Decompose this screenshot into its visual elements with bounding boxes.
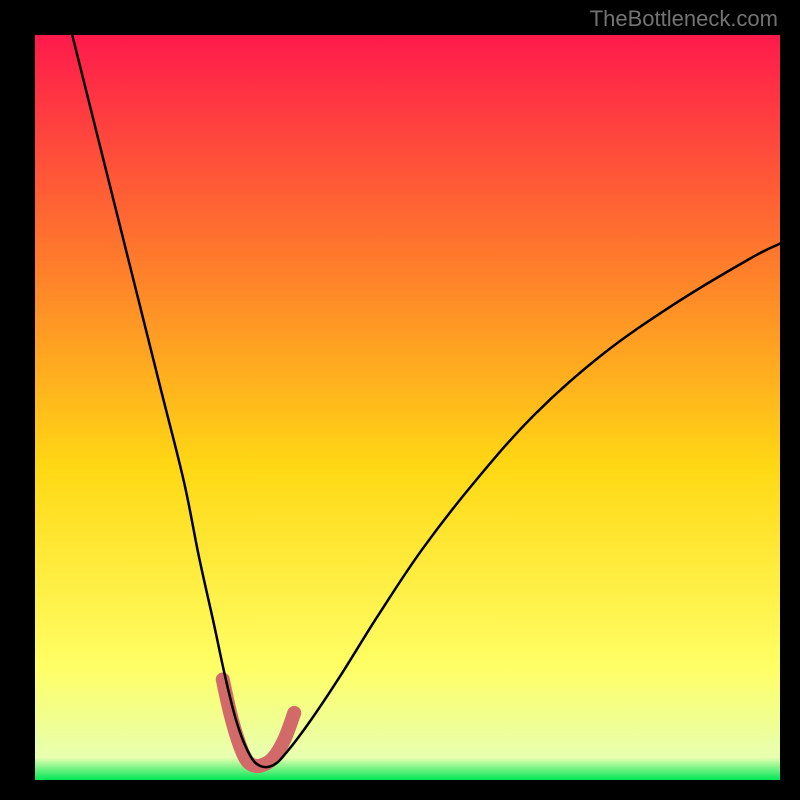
chart-canvas [35,35,780,780]
chart-background [35,35,780,780]
watermark-text: TheBottleneck.com [590,6,778,32]
bottleneck-chart [35,35,780,780]
